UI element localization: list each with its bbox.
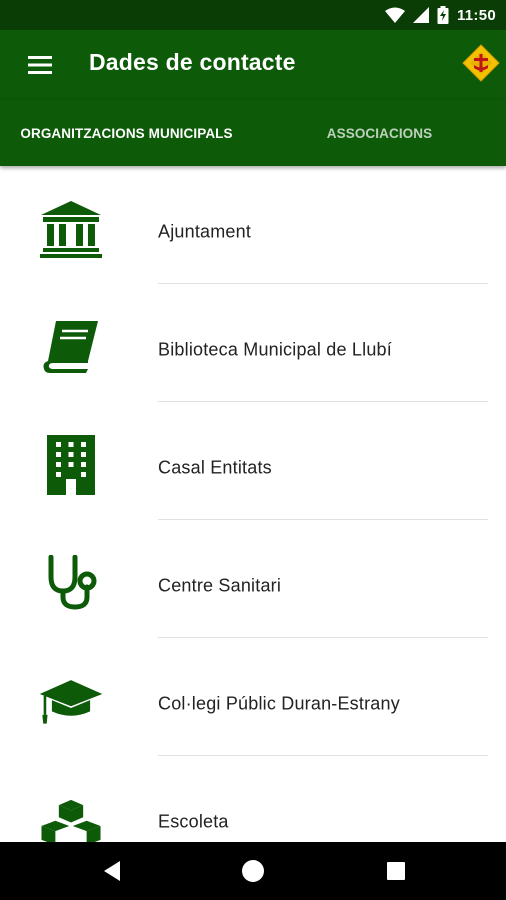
- battery-charging-icon: [437, 6, 449, 24]
- status-time: 11:50: [456, 6, 496, 24]
- town-hall-icon: [40, 201, 102, 258]
- municipal-shield-logo: [462, 44, 500, 82]
- wifi-icon: [384, 7, 405, 23]
- recents-button[interactable]: [383, 858, 409, 884]
- toy-blocks-icon: [41, 799, 101, 842]
- list-item-centre-sanitari[interactable]: Centre Sanitari: [0, 520, 506, 638]
- tab-associacions[interactable]: ASSOCIACIONS: [253, 100, 506, 166]
- list-item-escoleta[interactable]: Escoleta: [0, 756, 506, 842]
- signal-icon: [412, 7, 429, 23]
- list-item-label: Centre Sanitari: [158, 575, 282, 596]
- list-item-casal-entitats[interactable]: Casal Entitats: [0, 402, 506, 520]
- stethoscope-icon: [48, 555, 97, 610]
- home-button[interactable]: [240, 858, 266, 884]
- hamburger-menu-icon: [28, 56, 52, 74]
- list-item-label: Col·legi Públic Duran-Estrany: [158, 693, 400, 714]
- list-item-collegi-public[interactable]: Col·legi Públic Duran-Estrany: [0, 638, 506, 756]
- list-item-ajuntament[interactable]: Ajuntament: [0, 166, 506, 284]
- tab-organitzacions-municipals[interactable]: ORGANITZACIONS MUNICIPALS: [0, 100, 253, 166]
- book-icon: [43, 321, 98, 373]
- menu-button[interactable]: [22, 50, 58, 80]
- contact-list: Ajuntament Biblioteca Municipal de Llubí: [0, 166, 506, 842]
- system-nav-bar: [0, 842, 506, 900]
- graduation-cap-icon: [39, 680, 103, 724]
- status-bar: 11:50: [0, 0, 506, 30]
- back-icon: [104, 861, 120, 881]
- back-button[interactable]: [99, 858, 125, 884]
- app-bar: Dades de contacte: [0, 30, 506, 100]
- page-title: Dades de contacte: [89, 49, 296, 75]
- list-item-label: Biblioteca Municipal de Llubí: [158, 339, 392, 360]
- building-icon: [47, 435, 95, 495]
- list-item-label: Ajuntament: [158, 221, 252, 242]
- recents-icon: [387, 862, 405, 880]
- list-item-biblioteca[interactable]: Biblioteca Municipal de Llubí: [0, 284, 506, 402]
- tab-bar: ORGANITZACIONS MUNICIPALS ASSOCIACIONS: [0, 100, 506, 166]
- home-icon: [242, 860, 264, 882]
- list-item-label: Escoleta: [158, 811, 229, 832]
- list-item-label: Casal Entitats: [158, 457, 272, 478]
